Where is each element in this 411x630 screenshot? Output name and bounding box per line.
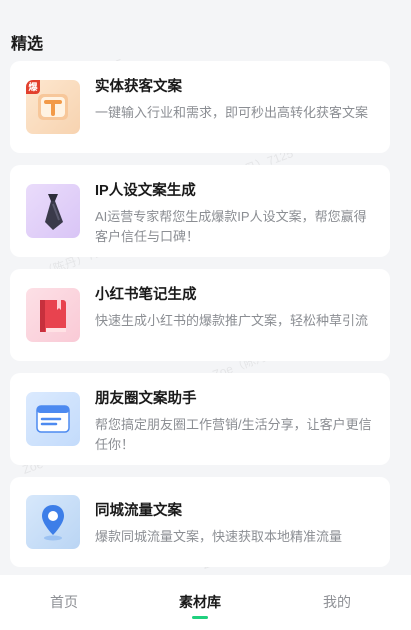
card-title: 朋友圈文案助手	[95, 391, 197, 407]
card-thumbnail	[26, 495, 80, 549]
card-entity-copy[interactable]: 爆 实体获客文案 一键输入行业和需求，即可秒出高转化获客文案	[10, 61, 390, 153]
bottom-tab-bar: 首页 素材库 我的	[0, 575, 411, 630]
card-local-traffic-copy[interactable]: 同城流量文案 爆款同城流量文案，快速获取本地精准流量	[10, 477, 390, 567]
card-thumbnail	[26, 392, 80, 446]
card-xiaohongshu-note[interactable]: 小红书笔记生成 快速生成小红书的爆款推广文案，轻松种草引流	[10, 269, 390, 361]
active-tab-indicator	[192, 616, 208, 619]
location-pin-icon	[42, 505, 64, 541]
card-thumbnail: 爆	[26, 80, 80, 134]
card-thumbnail	[26, 184, 80, 238]
card-description: 帮您搞定朋友圈工作营销/生活分享，让客户更信任你！	[95, 417, 372, 452]
card-ip-persona-copy[interactable]: IP人设文案生成 AI运营专家帮您生成爆款IP人设文案，帮您赢得客户信任与口碑！	[10, 165, 390, 257]
red-book-icon	[40, 300, 66, 332]
card-thumbnail	[26, 288, 80, 342]
tab-home[interactable]: 首页	[50, 592, 78, 612]
card-moments-copy[interactable]: 朋友圈文案助手 帮您搞定朋友圈工作营销/生活分享，让客户更信任你！	[10, 373, 390, 465]
card-description: 爆款同城流量文案，快速获取本地精准流量	[95, 529, 343, 544]
browser-window-icon	[36, 405, 70, 433]
hot-badge: 爆	[26, 80, 40, 94]
section-title: 精选	[11, 36, 44, 53]
tab-material-library[interactable]: 素材库	[179, 592, 221, 612]
card-description: AI运营专家帮您生成爆款IP人设文案，帮您赢得客户信任与口碑！	[95, 209, 367, 244]
card-description: 一键输入行业和需求，即可秒出高转化获客文案	[95, 105, 369, 120]
card-title: 实体获客文案	[95, 79, 182, 95]
card-title: IP人设文案生成	[95, 183, 196, 199]
card-description: 快速生成小红书的爆款推广文案，轻松种草引流	[95, 313, 369, 328]
card-title: 同城流量文案	[95, 503, 182, 519]
necktie-icon	[45, 194, 63, 230]
card-title: 小红书笔记生成	[95, 287, 197, 303]
page: Zoe（陈丹）7125 Zoe（陈丹）7125 Zoe（陈丹）7125 Zoe（…	[0, 0, 411, 630]
tab-mine[interactable]: 我的	[323, 592, 351, 612]
